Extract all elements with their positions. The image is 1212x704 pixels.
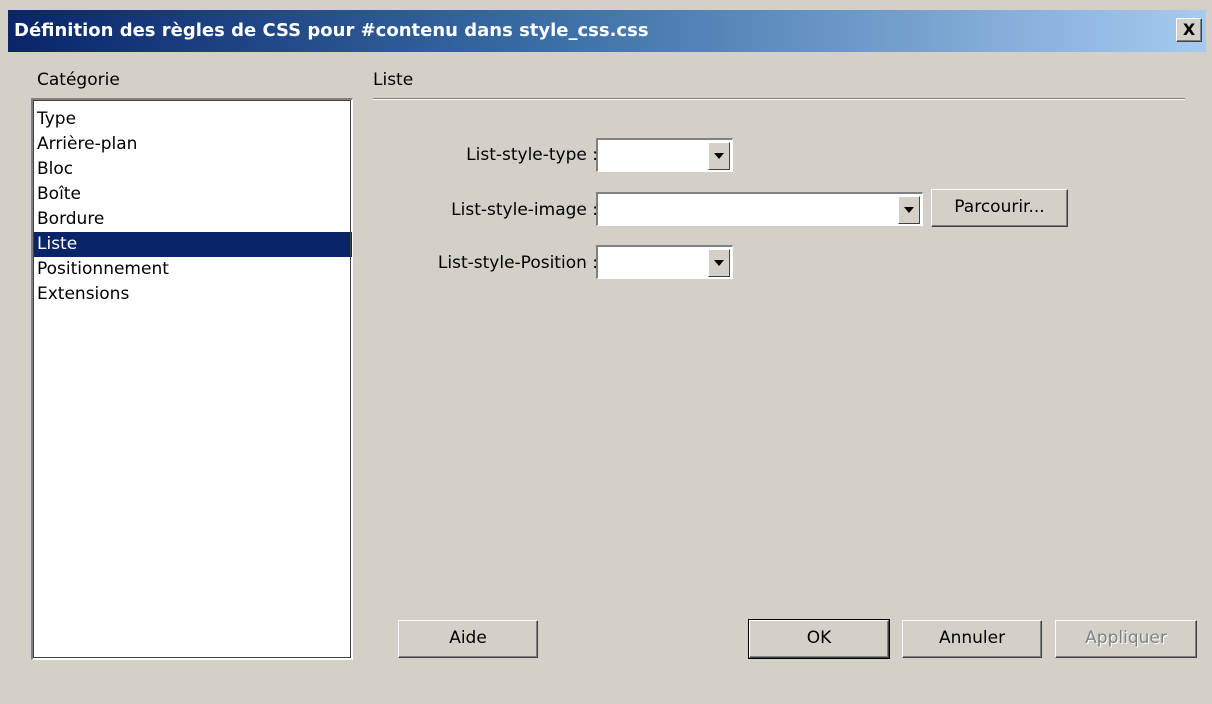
category-label: Catégorie: [37, 70, 120, 90]
category-item-bordure[interactable]: Bordure: [33, 207, 352, 232]
section-title: Liste: [373, 70, 414, 90]
window-title: Définition des règles de CSS pour #conte…: [14, 20, 649, 41]
category-item-liste[interactable]: Liste: [33, 232, 352, 257]
category-item-extensions[interactable]: Extensions: [33, 282, 352, 307]
close-icon: X: [1182, 20, 1196, 39]
list-style-position-label: List-style-Position :: [437, 253, 598, 273]
ok-button[interactable]: OK: [748, 619, 890, 659]
list-style-image-select[interactable]: [596, 192, 923, 226]
category-list[interactable]: Type Arrière-plan Bloc Boîte Bordure Lis…: [31, 98, 353, 660]
close-button[interactable]: X: [1176, 18, 1202, 42]
category-item-positionnement[interactable]: Positionnement: [33, 257, 352, 282]
list-style-type-label: List-style-type :: [466, 145, 598, 165]
list-style-position-select[interactable]: [596, 245, 733, 279]
browse-button[interactable]: Parcourir...: [931, 189, 1068, 227]
chevron-down-icon[interactable]: [708, 249, 730, 277]
category-item-boite[interactable]: Boîte: [33, 182, 352, 207]
category-item-bloc[interactable]: Bloc: [33, 157, 352, 182]
list-style-image-label: List-style-image :: [451, 200, 598, 220]
chevron-down-icon[interactable]: [898, 196, 920, 224]
cancel-button[interactable]: Annuler: [902, 620, 1042, 658]
apply-button[interactable]: Appliquer: [1055, 620, 1197, 658]
section-divider: [373, 98, 1185, 100]
help-button[interactable]: Aide: [398, 620, 538, 658]
list-style-type-select[interactable]: [596, 138, 733, 172]
title-bar: Définition des règles de CSS pour #conte…: [8, 10, 1206, 52]
chevron-down-icon[interactable]: [708, 142, 730, 170]
category-item-type[interactable]: Type: [33, 107, 352, 132]
category-item-arriere-plan[interactable]: Arrière-plan: [33, 132, 352, 157]
